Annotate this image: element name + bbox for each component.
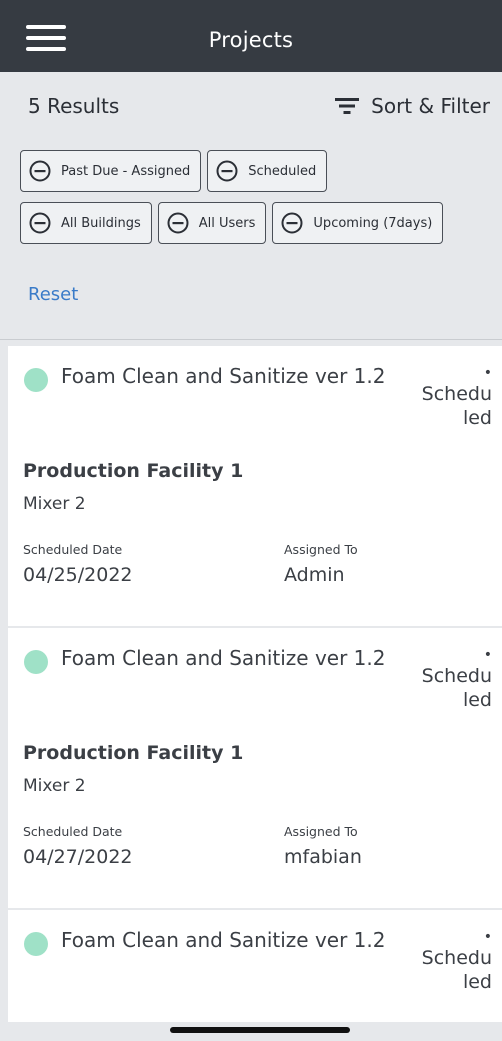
scheduled-date-label: Scheduled Date [23,824,123,839]
assigned-to-label: Assigned To [284,542,358,557]
remove-circle-icon[interactable] [281,212,303,234]
top-app-bar: Projects [0,0,502,72]
remove-circle-icon[interactable] [216,160,238,182]
filter-icon [335,98,360,114]
reset-link[interactable]: Reset [28,284,78,305]
chip-label: Upcoming (7days) [313,215,433,231]
status-value: Scheduled [421,947,492,993]
project-card[interactable]: Foam Clean and Sanitize ver 1.2 • Schedu… [8,910,502,1030]
assigned-to-value: mfabian [284,846,362,868]
remove-circle-icon[interactable] [29,212,51,234]
filter-chips-row-1: Past Due - Assigned Scheduled [20,150,328,192]
status-label: • Scheduled [420,928,492,994]
status-bullet: • [483,365,492,381]
facility-name: Production Facility 1 [23,742,244,764]
chip-label: All Users [198,215,256,231]
task-name: Foam Clean and Sanitize ver 1.2 [61,646,386,670]
equipment-name: Mixer 2 [23,494,86,514]
status-dot [24,650,48,674]
project-list[interactable]: Foam Clean and Sanitize ver 1.2 • Schedu… [0,340,502,1030]
chip-label: Scheduled [248,163,317,179]
filter-chip-scheduled[interactable]: Scheduled [207,150,328,192]
chip-label: All Buildings [61,215,141,231]
status-value: Scheduled [421,665,492,711]
chip-label: Past Due - Assigned [61,163,191,179]
filter-chip-all-buildings[interactable]: All Buildings [20,202,152,244]
scheduled-date-value: 04/25/2022 [23,564,133,586]
status-dot [24,368,48,392]
assigned-to-value: Admin [284,564,345,586]
status-value: Scheduled [421,383,492,429]
facility-name: Production Facility 1 [23,460,244,482]
sort-filter-label: Sort & Filter [371,94,490,118]
filter-chip-all-users[interactable]: All Users [157,202,267,244]
page-title: Projects [208,28,294,52]
project-card[interactable]: Foam Clean and Sanitize ver 1.2 • Schedu… [8,346,502,626]
filter-chip-past-due-assigned[interactable]: Past Due - Assigned [20,150,202,192]
project-card[interactable]: Foam Clean and Sanitize ver 1.2 • Schedu… [8,628,502,908]
filter-chip-upcoming-7days[interactable]: Upcoming (7days) [272,202,444,244]
status-bullet: • [483,647,492,663]
scheduled-date-label: Scheduled Date [23,542,123,557]
home-indicator[interactable] [170,1027,350,1033]
task-name: Foam Clean and Sanitize ver 1.2 [61,928,386,952]
equipment-name: Mixer 2 [23,776,86,796]
task-name: Foam Clean and Sanitize ver 1.2 [61,364,386,388]
status-label: • Scheduled [420,364,492,430]
remove-circle-icon[interactable] [167,212,189,234]
status-label: • Scheduled [420,646,492,712]
status-bullet: • [483,929,492,945]
results-count: 5 Results [28,94,120,118]
filter-panel: 5 Results Sort & Filter Past Due - Assig… [0,72,502,340]
assigned-to-label: Assigned To [284,824,358,839]
remove-circle-icon[interactable] [29,160,51,182]
filter-chips-row-2: All Buildings All Users Upcoming (7days) [20,202,444,244]
status-dot [24,932,48,956]
sort-filter-button[interactable]: Sort & Filter [335,94,490,118]
scheduled-date-value: 04/27/2022 [23,846,133,868]
